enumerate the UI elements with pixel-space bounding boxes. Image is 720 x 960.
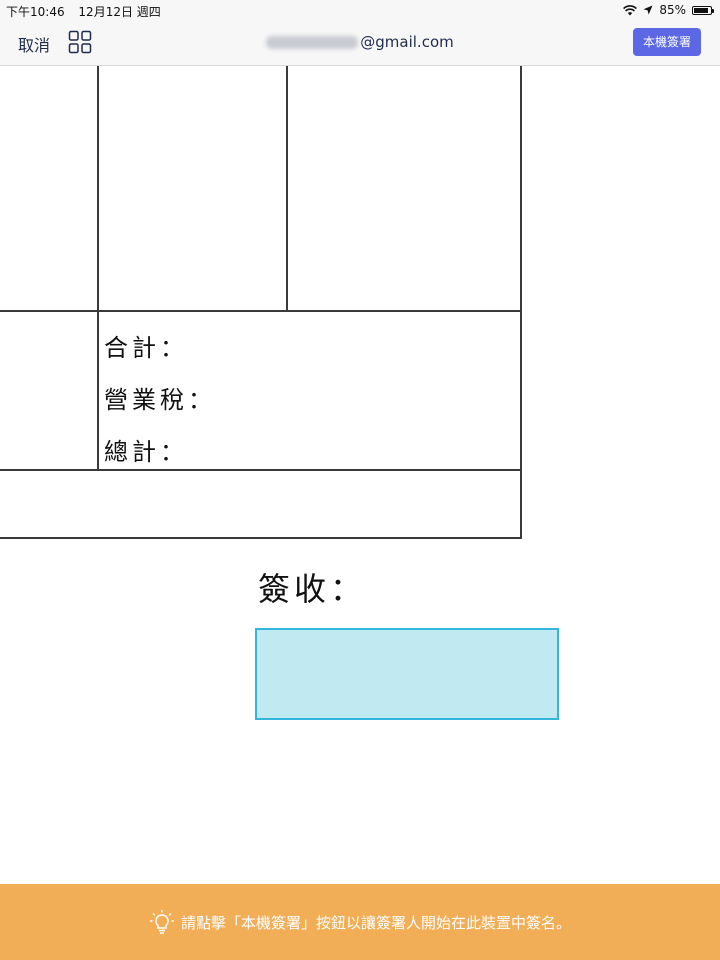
battery-percent: 85% <box>659 3 686 17</box>
hint-message: 請點擊「本機簽署」按鈕以讓簽署人開始在此裝置中簽名。 <box>180 913 571 932</box>
table-vline-col1 <box>97 66 99 470</box>
hint-banner: 請點擊「本機簽署」按鈕以讓簽署人開始在此裝置中簽名。 <box>0 884 720 960</box>
status-date: 12月12日 週四 <box>78 5 161 19</box>
document-page: 合計： 營業稅： 總計： 簽收： <box>0 66 720 884</box>
table-hline-1 <box>0 310 522 312</box>
wifi-icon <box>623 4 638 15</box>
status-right: 85% <box>623 3 714 17</box>
location-arrow-icon <box>643 5 653 15</box>
signer-email: @gmail.com <box>0 33 720 51</box>
subtotal-label: 合計： <box>104 334 188 362</box>
hint-banner-content: 請點擊「本機簽署」按鈕以讓簽署人開始在此裝置中簽名。 <box>0 909 720 935</box>
table-vline-col2 <box>286 66 288 312</box>
status-left: 下午10:46 12月12日 週四 <box>6 3 171 20</box>
battery-level <box>694 7 708 13</box>
status-bar: 下午10:46 12月12日 週四 85% <box>0 0 720 20</box>
blurred-username <box>266 36 359 49</box>
lightbulb-icon <box>149 910 174 934</box>
total-label: 總計： <box>104 438 188 466</box>
table-hline-2 <box>0 469 522 471</box>
tax-label: 營業稅： <box>104 386 216 414</box>
battery-icon <box>692 5 714 15</box>
local-sign-button[interactable]: 本機簽署 <box>633 28 701 56</box>
email-domain: @gmail.com <box>360 33 454 51</box>
signature-field[interactable] <box>255 628 559 720</box>
status-time: 下午10:46 <box>6 5 65 19</box>
nav-bar: 取消 @gmail.com 本機簽署 <box>0 20 720 66</box>
receipt-label: 簽收： <box>258 570 367 608</box>
table-hline-bottom <box>0 537 522 539</box>
